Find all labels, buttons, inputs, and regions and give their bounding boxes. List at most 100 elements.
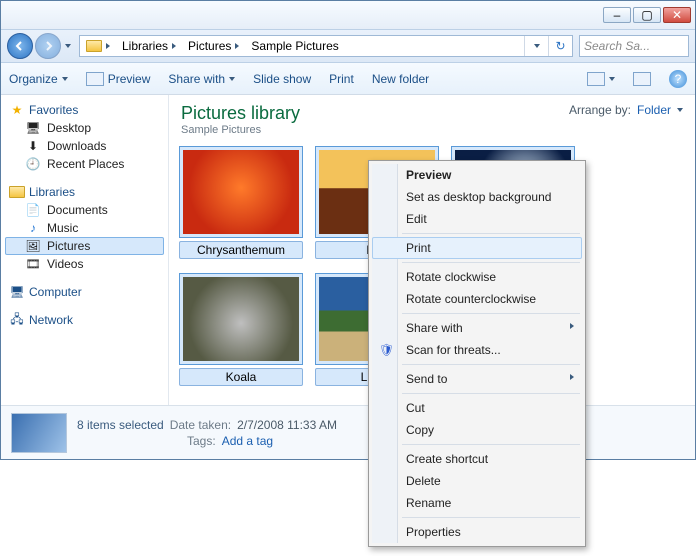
new-folder-button[interactable]: New folder <box>372 72 429 86</box>
thumbnail-item[interactable]: Koala <box>179 273 303 386</box>
command-toolbar: Organize Preview Share with Slide show P… <box>1 63 695 95</box>
context-menu-item[interactable]: Create shortcut <box>372 448 582 470</box>
breadcrumb-label: Libraries <box>122 39 168 53</box>
breadcrumb-dropdown[interactable] <box>524 36 548 56</box>
context-menu-item[interactable]: Send to <box>372 368 582 390</box>
breadcrumb[interactable]: Libraries Pictures Sample Pictures ↻ <box>79 35 573 57</box>
preview-icon <box>86 72 104 86</box>
sidebar-item-desktop[interactable]: 🖥Desktop <box>5 119 164 137</box>
context-menu-item[interactable]: Properties <box>372 521 582 543</box>
sidebar-item-computer[interactable]: 🖥Computer <box>5 283 164 301</box>
close-button[interactable]: ✕ <box>663 7 691 23</box>
sidebar-item-pictures[interactable]: 🖼Pictures <box>5 237 164 255</box>
tags-label: Tags: <box>187 434 216 448</box>
sidebar-item-downloads[interactable]: ⬇Downloads <box>5 137 164 155</box>
thumbnail-caption: Koala <box>179 368 303 386</box>
context-menu-item[interactable]: Set as desktop background <box>372 186 582 208</box>
documents-icon: 📄 <box>25 203 41 217</box>
folder-icon <box>86 40 102 52</box>
search-input[interactable]: Search Sa... <box>579 35 689 57</box>
thumbnail-item[interactable]: Chrysanthemum <box>179 146 303 259</box>
libraries-group[interactable]: Libraries <box>5 183 164 201</box>
explorer-window: – ▢ ✕ Libraries Pictures Sample Pictures… <box>0 0 696 460</box>
context-menu-item[interactable]: Print <box>372 237 582 259</box>
refresh-icon: ↻ <box>555 39 565 53</box>
preview-pane-button[interactable] <box>633 72 651 86</box>
context-menu-item[interactable]: Scan for threats...🛡 <box>372 339 582 361</box>
sidebar-item-documents[interactable]: 📄Documents <box>5 201 164 219</box>
music-icon: ♪ <box>25 221 41 235</box>
sidebar-item-recent[interactable]: 🕘Recent Places <box>5 155 164 173</box>
context-menu-item[interactable]: Cut <box>372 397 582 419</box>
breadcrumb-segment[interactable]: Sample Pictures <box>245 36 344 56</box>
libraries-icon <box>9 185 25 199</box>
downloads-icon: ⬇ <box>25 139 41 153</box>
desktop-icon: 🖥 <box>25 121 41 135</box>
selection-count: 8 items selected <box>77 418 164 432</box>
videos-icon: 🎞 <box>25 257 41 271</box>
history-dropdown-icon[interactable] <box>65 44 71 48</box>
chevron-down-icon <box>677 108 683 112</box>
view-icon <box>587 72 605 86</box>
recent-icon: 🕘 <box>25 157 41 171</box>
breadcrumb-segment[interactable]: Libraries <box>116 36 182 56</box>
context-menu-item[interactable]: Share with <box>372 317 582 339</box>
favorites-group[interactable]: ★Favorites <box>5 101 164 119</box>
preview-button[interactable]: Preview <box>86 72 151 86</box>
context-menu-item[interactable]: Rotate clockwise <box>372 266 582 288</box>
date-taken-label: Date taken: <box>170 418 231 432</box>
network-icon: 🖧 <box>9 313 25 327</box>
organize-button[interactable]: Organize <box>9 72 68 86</box>
details-thumbnail <box>11 413 67 453</box>
breadcrumb-label: Pictures <box>188 39 231 53</box>
body: ★Favorites 🖥Desktop ⬇Downloads 🕘Recent P… <box>1 95 695 405</box>
details-pane: 8 items selected Date taken: 2/7/2008 11… <box>1 405 695 459</box>
slideshow-button[interactable]: Slide show <box>253 72 311 86</box>
view-options-button[interactable] <box>587 72 615 86</box>
context-menu-item[interactable]: Rename <box>372 492 582 514</box>
refresh-button[interactable]: ↻ <box>548 36 572 56</box>
forward-button[interactable] <box>35 33 61 59</box>
maximize-button[interactable]: ▢ <box>633 7 661 23</box>
print-button[interactable]: Print <box>329 72 354 86</box>
sidebar-item-music[interactable]: ♪Music <box>5 219 164 237</box>
maximize-icon: ▢ <box>641 8 652 22</box>
submenu-arrow-icon <box>570 323 574 329</box>
add-tag-link[interactable]: Add a tag <box>222 434 273 448</box>
context-menu: PreviewSet as desktop backgroundEdit Prin… <box>368 160 586 547</box>
star-icon: ★ <box>9 103 25 117</box>
context-menu-item[interactable]: Delete <box>372 470 582 492</box>
minimize-button[interactable]: – <box>603 7 631 23</box>
navigation-pane: ★Favorites 🖥Desktop ⬇Downloads 🕘Recent P… <box>1 95 169 405</box>
context-menu-item[interactable]: Copy <box>372 419 582 441</box>
address-bar: Libraries Pictures Sample Pictures ↻ Sea… <box>1 29 695 63</box>
minimize-icon: – <box>614 8 621 22</box>
arrange-label: Arrange by: <box>569 103 631 117</box>
sidebar-item-network[interactable]: 🖧Network <box>5 311 164 329</box>
titlebar: – ▢ ✕ <box>1 1 695 29</box>
library-title: Pictures library <box>181 103 300 124</box>
breadcrumb-segment[interactable]: Pictures <box>182 36 245 56</box>
sidebar-item-videos[interactable]: 🎞Videos <box>5 255 164 273</box>
back-button[interactable] <box>7 33 33 59</box>
thumbnail-caption: Chrysanthemum <box>179 241 303 259</box>
pictures-icon: 🖼 <box>25 239 41 253</box>
date-taken-value: 2/7/2008 11:33 AM <box>237 418 337 432</box>
library-subtitle: Sample Pictures <box>181 124 300 136</box>
breadcrumb-label: Sample Pictures <box>251 39 338 53</box>
share-with-button[interactable]: Share with <box>168 72 235 86</box>
arrange-by[interactable]: Arrange by: Folder <box>569 103 683 117</box>
pane-icon <box>633 72 651 86</box>
context-menu-item[interactable]: Preview <box>372 164 582 186</box>
search-placeholder: Search Sa... <box>584 39 650 53</box>
library-header: Pictures library Sample Pictures Arrange… <box>169 95 695 140</box>
help-button[interactable]: ? <box>669 70 687 88</box>
context-menu-item[interactable]: Edit <box>372 208 582 230</box>
shield-icon: 🛡 <box>379 343 393 357</box>
computer-icon: 🖥 <box>9 285 25 299</box>
arrange-value: Folder <box>637 103 671 117</box>
context-menu-item[interactable]: Rotate counterclockwise <box>372 288 582 310</box>
submenu-arrow-icon <box>570 374 574 380</box>
close-icon: ✕ <box>672 8 682 22</box>
help-icon: ? <box>675 72 682 86</box>
